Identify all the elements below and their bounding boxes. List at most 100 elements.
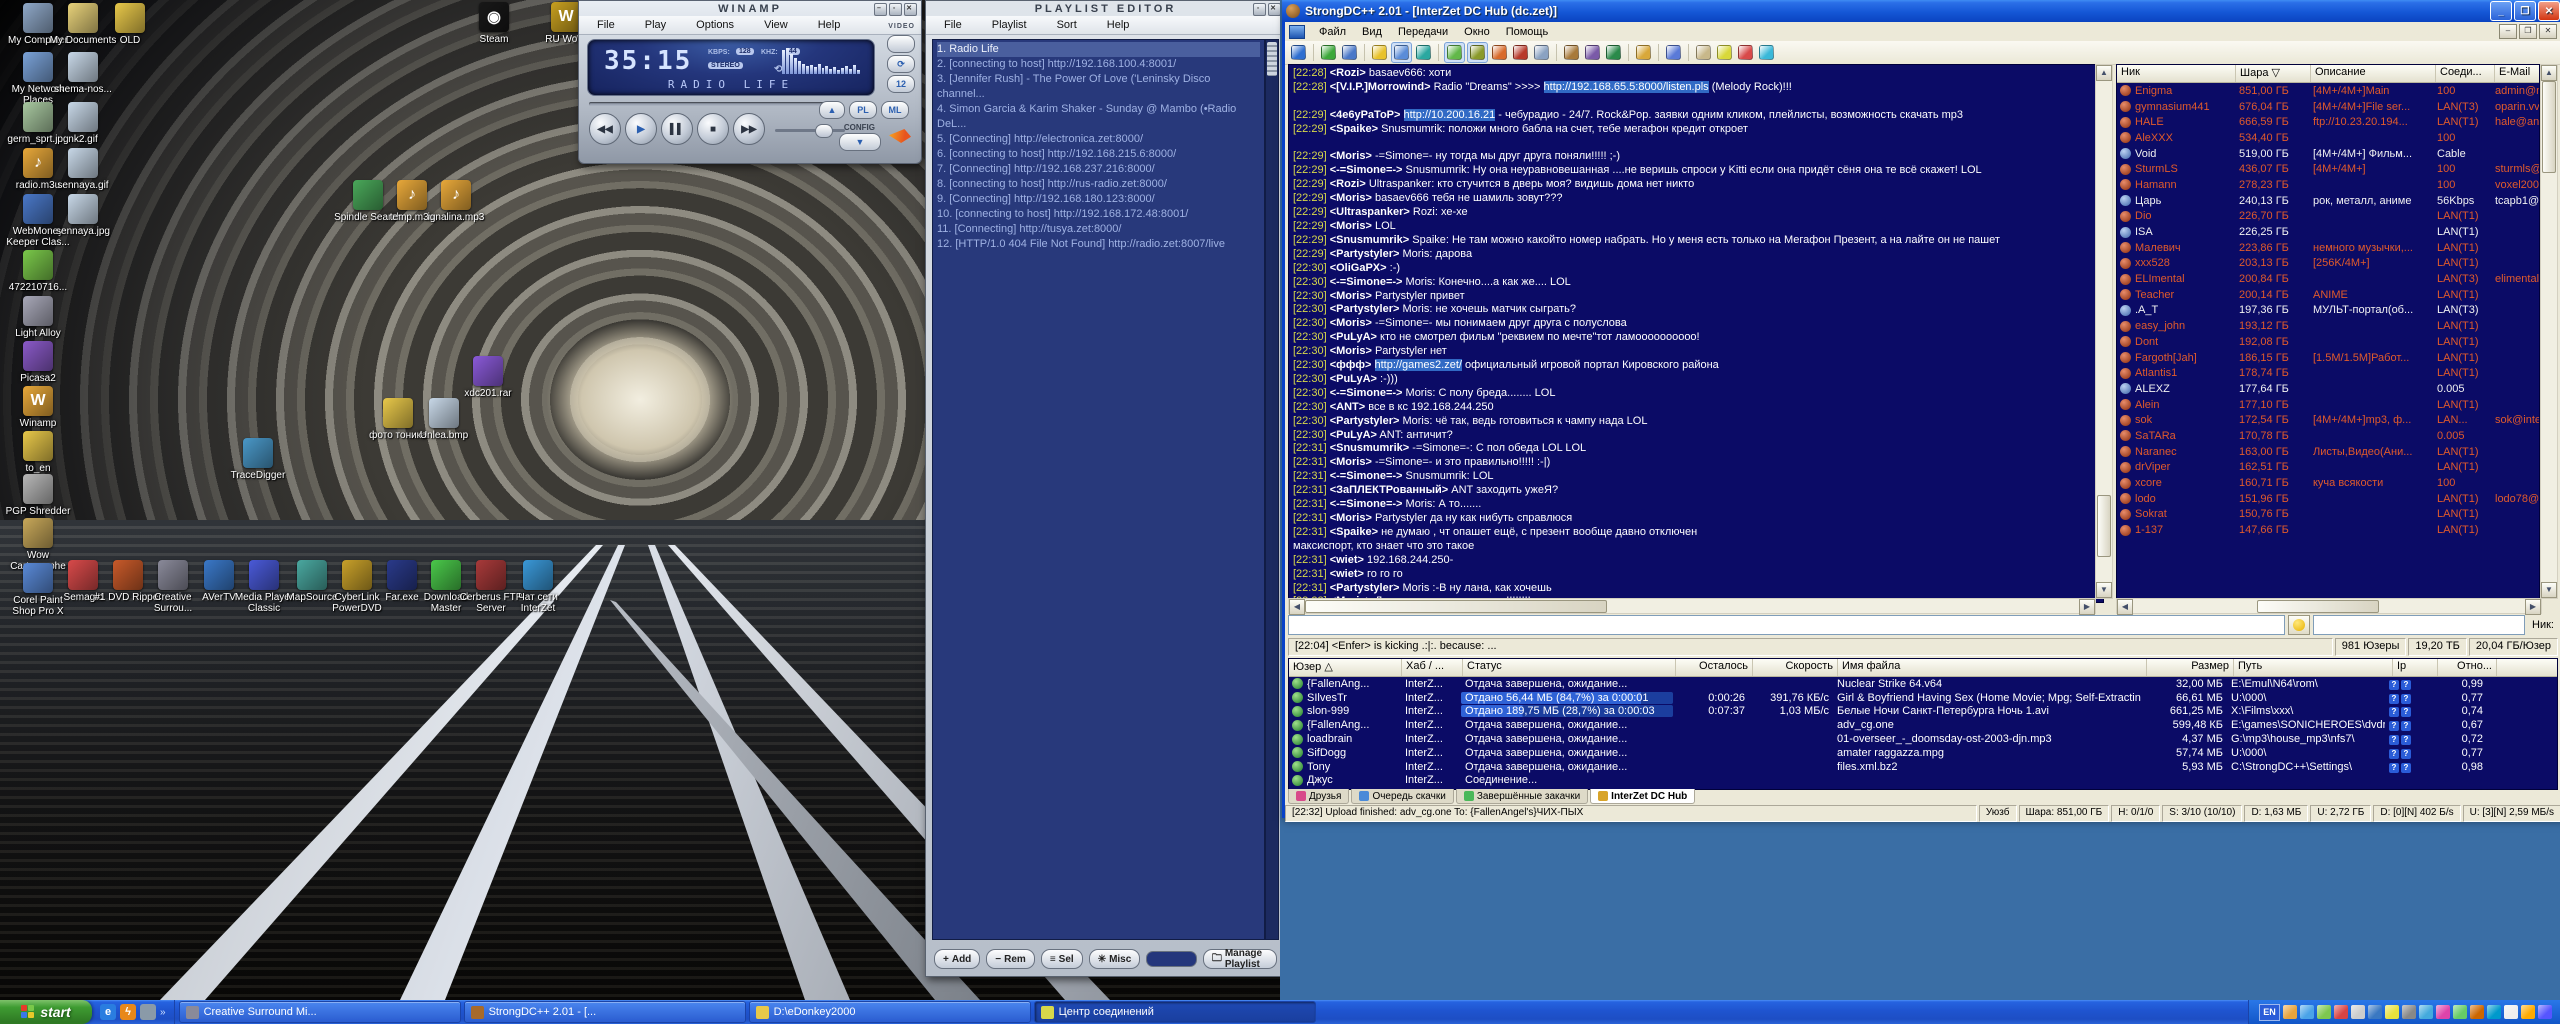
userlist-row[interactable]: ALEXZ177,64 ГБ0.005	[2117, 381, 2539, 397]
start-button[interactable]: start	[0, 1000, 92, 1024]
userlist-row[interactable]: Void519,00 ГБ[4M+/4M+] Фильм...Cable	[2117, 146, 2539, 162]
drawer-pill-3[interactable]: 12	[887, 75, 915, 93]
transfers-column-8[interactable]: Путь	[2234, 659, 2393, 676]
playlist-menu-sort[interactable]: Sort	[1049, 17, 1085, 33]
add-button[interactable]: +Add	[934, 949, 980, 969]
quicklaunch-overflow-chevron[interactable]: »	[160, 1007, 166, 1018]
scrollbar-thumb[interactable]	[2097, 495, 2111, 557]
tray-icon-16[interactable]	[2538, 1005, 2552, 1019]
scrollbar-thumb[interactable]	[2257, 600, 2379, 613]
desktop-icon-picasa2[interactable]: Picasa2	[2, 341, 74, 384]
chat-vscrollbar[interactable]: ▲ ▼	[2095, 64, 2113, 599]
close-icon[interactable]: ✕	[904, 3, 917, 16]
chat-link[interactable]: http://10.200.16.21	[1404, 109, 1496, 121]
desktop-icon-nk2-gif[interactable]: nk2.gif	[47, 102, 119, 145]
desktop-icon-old[interactable]: OLD	[94, 3, 166, 46]
internet-explorer-icon[interactable]: e	[100, 1004, 116, 1020]
transfers-column-1[interactable]: Юзер △	[1289, 659, 1402, 676]
scroll-up-icon[interactable]: ▲	[2096, 65, 2112, 81]
notepad-icon[interactable]	[1694, 43, 1713, 62]
winamp-titlebar[interactable]: WINAMP – ▫ ✕	[579, 1, 921, 16]
download-queue-icon[interactable]	[1444, 42, 1465, 63]
userlist-row[interactable]: Teacher200,14 ГБANIMELAN(T1)	[2117, 287, 2539, 303]
desktop-icon-steam[interactable]: ◉Steam	[458, 2, 530, 45]
scroll-left-icon[interactable]: ◀	[2117, 599, 2133, 615]
tray-icon-14[interactable]	[2504, 1005, 2518, 1019]
userlist-row[interactable]: Царь240,13 ГБрок, металл, аниме56Kbpstca…	[2117, 193, 2539, 209]
playlist-item[interactable]: 11. [Connecting] http://tusya.zet:8000/	[937, 222, 1260, 237]
scrollbar-thumb[interactable]	[1267, 42, 1277, 76]
tray-icon-8[interactable]	[2402, 1005, 2416, 1019]
strongdc-menu-файл[interactable]: Файл	[1311, 24, 1354, 40]
stop-button[interactable]: ■	[697, 113, 729, 145]
search-icon[interactable]	[1532, 43, 1551, 62]
playlist-list[interactable]: 1. Radio Life2. [connecting to host] htt…	[932, 39, 1265, 940]
playlist-item[interactable]: 3. [Jennifer Rush] - The Power Of Love (…	[937, 72, 1260, 102]
strongdc-menu-вид[interactable]: Вид	[1354, 24, 1390, 40]
chat-link[interactable]: http://games2.zet/	[1375, 359, 1462, 371]
volume-slider[interactable]	[775, 129, 845, 132]
strongdc-menu-помощь[interactable]: Помощь	[1498, 24, 1557, 40]
tray-icon-7[interactable]	[2385, 1005, 2399, 1019]
tray-icon-11[interactable]	[2453, 1005, 2467, 1019]
desktop-icon-pgp-shredder[interactable]: PGP Shredder	[2, 474, 74, 517]
userlist-row[interactable]: .A_T197,36 ГБМУЛЬТ-портал(об...LAN(T3)	[2117, 303, 2539, 319]
userlist-row[interactable]: Малевич223,86 ГБнемного музычки,...LAN(T…	[2117, 240, 2539, 256]
transfers-column-7[interactable]: Размер	[2147, 659, 2234, 676]
userlist-row[interactable]: Alein177,10 ГБLAN(T1)	[2117, 397, 2539, 413]
chat-message-input[interactable]	[1288, 615, 2285, 635]
desktop-icon-чат-сети-interzet[interactable]: Чат сети InterZet	[502, 560, 574, 614]
winamp-menu-file[interactable]: File	[589, 17, 623, 33]
chat-hscrollbar[interactable]: ◀ ▶	[1288, 598, 2096, 614]
winamp-menu-options[interactable]: Options	[688, 17, 742, 33]
userlist-row[interactable]: Sokrat150,76 ГБLAN(T1)	[2117, 507, 2539, 523]
scroll-right-icon[interactable]: ▶	[2525, 599, 2541, 615]
close-icon[interactable]: ✕	[1268, 3, 1280, 16]
desktop-icon-xdc201-rar[interactable]: xdc201.rar	[452, 356, 524, 399]
tray-icon-2[interactable]	[2300, 1005, 2314, 1019]
limiter-icon[interactable]	[1736, 43, 1755, 62]
userlist-row[interactable]: Atlantis1178,74 ГБLAN(T1)	[2117, 365, 2539, 381]
winamp-icon[interactable]: ϟ	[120, 1004, 136, 1020]
tray-icon-6[interactable]	[2368, 1005, 2382, 1019]
settings-icon[interactable]	[1664, 43, 1683, 62]
userlist-row[interactable]: gymnasium441676,04 ГБ[4M+/4M+]File ser..…	[2117, 99, 2539, 115]
transfer-row[interactable]: ДжусInterZ...Соединение...	[1289, 774, 2557, 788]
userlist-row[interactable]: Dio226,70 ГБLAN(T1)	[2117, 209, 2539, 225]
transfer-row[interactable]: {FallenAng...InterZ...Отдача завершена, …	[1289, 677, 2557, 691]
favorite-users-icon[interactable]	[1391, 42, 1412, 63]
strongdc-titlebar[interactable]: StrongDC++ 2.01 - [InterZet DC Hub (dc.z…	[1282, 0, 2560, 22]
desktop-icon-shema-nos-[interactable]: shema-nos...	[47, 52, 119, 95]
desktop-icon-to-en[interactable]: to_en	[2, 431, 74, 474]
transfers-header[interactable]: Юзер △Хаб / ...СтатусОсталосьСкоростьИмя…	[1289, 659, 2557, 677]
userlist-header[interactable]: НикШара ▽ОписаниеСоеди...E-Mail	[2117, 65, 2539, 83]
tray-icon-3[interactable]	[2317, 1005, 2331, 1019]
reconnect-icon[interactable]	[1319, 43, 1338, 62]
userlist-row[interactable]: Naranec163,00 ГБЛисты,Видео(Ани...LAN(T1…	[2117, 444, 2539, 460]
userlist-hscrollbar[interactable]: ◀ ▶	[2116, 598, 2542, 614]
playlist-menu-help[interactable]: Help	[1099, 17, 1138, 33]
network-stats-icon[interactable]	[1604, 43, 1623, 62]
child-restore-icon[interactable]: ❐	[2519, 24, 2537, 39]
tab-друзья[interactable]: Друзья	[1288, 789, 1349, 804]
userlist-row[interactable]: sok172,54 ГБ[4M+/4M+]mp3, ф...LAN...sok@…	[2117, 412, 2539, 428]
playlist-item[interactable]: 2. [connecting to host] http://192.168.1…	[937, 57, 1260, 72]
transfers-rows[interactable]: {FallenAng...InterZ...Отдача завершена, …	[1289, 677, 2557, 787]
tray-icon-12[interactable]	[2470, 1005, 2484, 1019]
child-close-icon[interactable]: ✕	[2539, 24, 2557, 39]
scroll-up-icon[interactable]: ▲	[2541, 65, 2557, 81]
finished-uploads-icon[interactable]	[1511, 43, 1530, 62]
hub-userlist[interactable]: НикШара ▽ОписаниеСоеди...E-Mail Enigma85…	[2116, 64, 2540, 613]
playlist-item[interactable]: 7. [Connecting] http://192.168.237.216:8…	[937, 162, 1260, 177]
transfer-row[interactable]: TonyInterZ...Отдача завершена, ожидание.…	[1289, 760, 2557, 774]
playlist-item[interactable]: 12. [HTTP/1.0 404 File Not Found] http:/…	[937, 237, 1260, 252]
tab-завершённые-закачки[interactable]: Завершённые закачки	[1456, 789, 1588, 804]
userlist-row[interactable]: easy_john193,12 ГБLAN(T1)	[2117, 318, 2539, 334]
away-icon[interactable]	[1715, 43, 1734, 62]
desktop-icon-unlea-bmp[interactable]: Unlea.bmp	[408, 398, 480, 441]
transfers-column-5[interactable]: Скорость	[1753, 659, 1838, 676]
userlist-row[interactable]: xxx528203,13 ГБ[256K/4M+]LAN(T1)	[2117, 256, 2539, 272]
userlist-column-2[interactable]: Шара ▽	[2236, 65, 2311, 82]
playlist-item[interactable]: 9. [Connecting] http://192.168.180.123:8…	[937, 192, 1260, 207]
desktop-icon-sennaya-gif[interactable]: sennaya.gif	[47, 148, 119, 191]
